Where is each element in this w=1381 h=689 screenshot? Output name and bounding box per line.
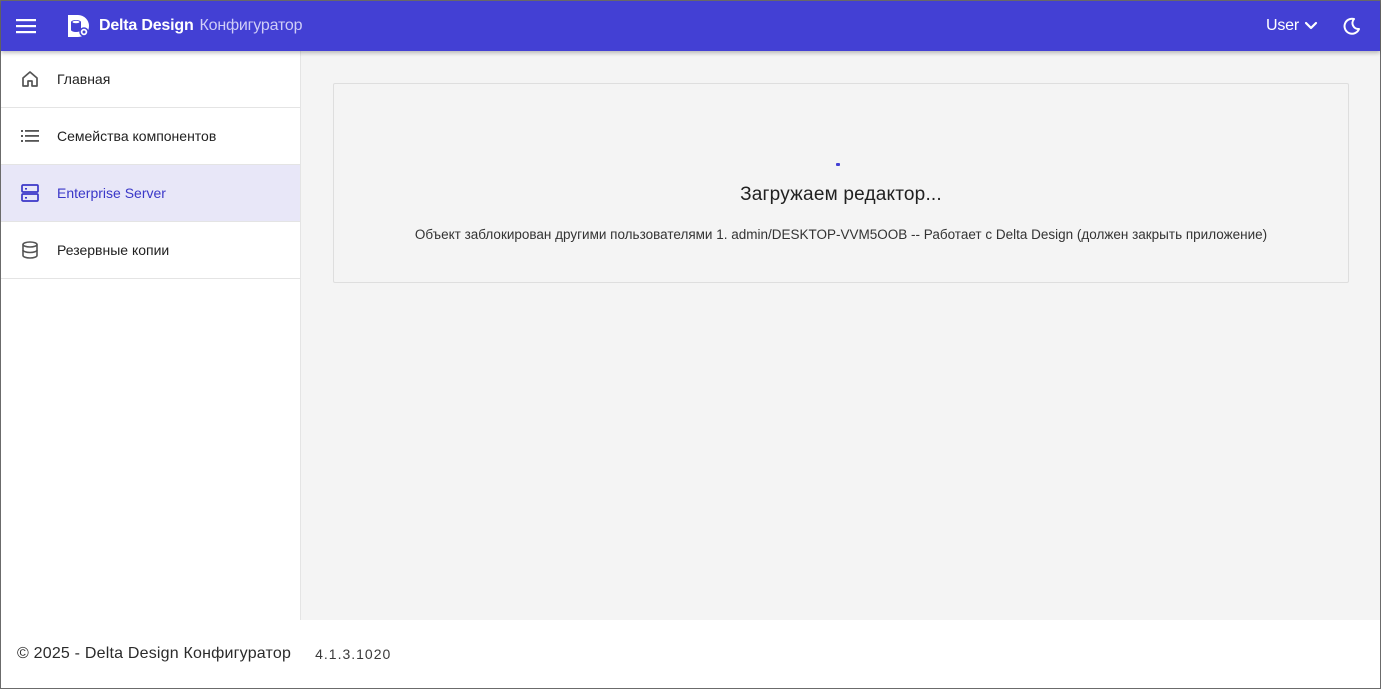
list-icon [19,125,41,147]
top-app-bar: Delta Design Конфигуратор User [1,1,1380,51]
sidebar-item-home[interactable]: Главная [1,51,300,108]
sidebar-item-label: Главная [57,71,111,87]
brand-subtitle: Конфигуратор [199,17,303,34]
lock-message: Объект заблокирован другими пользователя… [414,227,1268,242]
sidebar-item-enterprise-server[interactable]: Enterprise Server [1,165,300,222]
menu-icon [16,19,36,34]
version-text: 4.1.3.1020 [315,646,392,662]
menu-button[interactable] [1,1,51,51]
user-menu-button[interactable]: User [1266,17,1318,35]
loading-spinner [836,163,840,166]
app-logo-icon [65,13,91,39]
copyright-text: © 2025 - Delta Design Конфигуратор [17,645,292,662]
sidebar-item-label: Enterprise Server [57,185,166,201]
user-label: User [1266,17,1299,34]
sidebar-item-label: Резервные копии [57,242,170,258]
moon-icon [1343,17,1360,35]
loading-card: Загружаем редактор... Объект заблокирова… [333,83,1349,283]
loading-title: Загружаем редактор... [740,184,942,205]
footer: © 2025 - Delta Design Конфигуратор 4.1.3… [1,620,1380,688]
sidebar-item-backups[interactable]: Резервные копии [1,222,300,279]
sidebar-item-label: Семейства компонентов [57,128,217,144]
chevron-down-icon [1304,21,1318,30]
database-icon [19,239,41,261]
main-content: Загружаем редактор... Объект заблокирова… [301,51,1380,620]
sidebar-item-component-families[interactable]: Семейства компонентов [1,108,300,165]
theme-toggle-button[interactable] [1340,14,1364,38]
brand-title: Delta Design [99,17,194,34]
home-icon [19,68,41,90]
server-icon [19,182,41,204]
sidebar: Главная Семейства компонентов Enterprise… [1,51,301,620]
